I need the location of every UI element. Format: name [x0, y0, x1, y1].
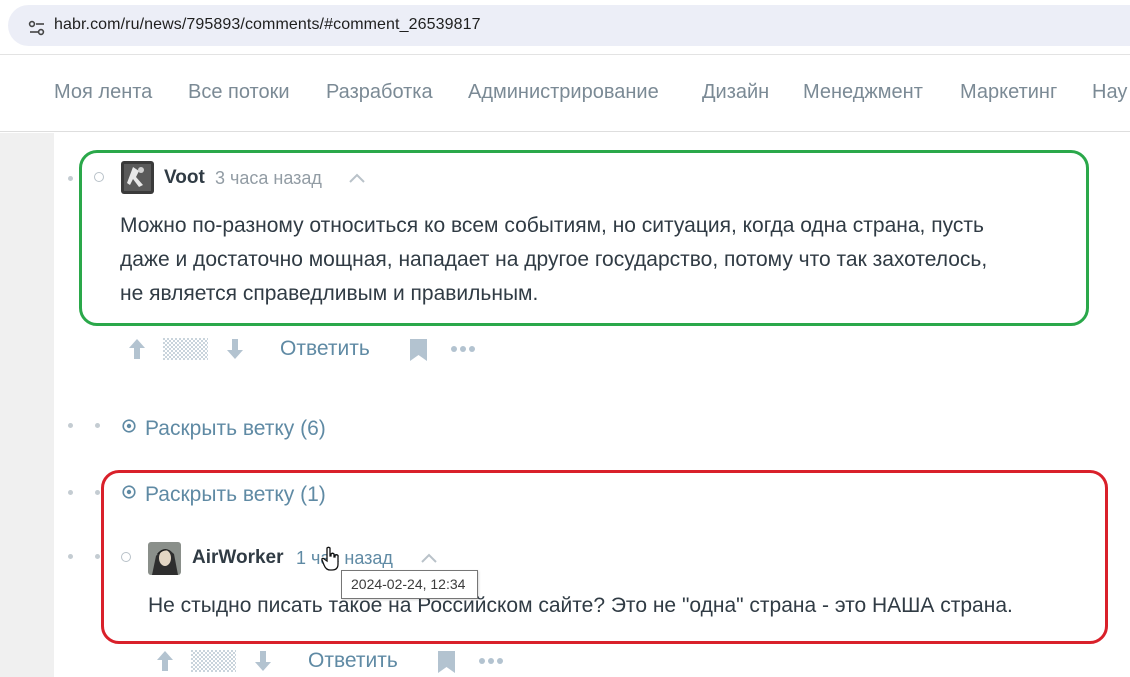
- nav-science[interactable]: Нау: [1092, 81, 1127, 104]
- expand-thread-button[interactable]: Раскрыть ветку (6): [145, 417, 326, 441]
- bookmark-icon[interactable]: [437, 650, 456, 674]
- address-bar[interactable]: habr.com/ru/news/795893/comments/#commen…: [8, 5, 1130, 46]
- browser-toolbar: habr.com/ru/news/795893/comments/#commen…: [0, 0, 1130, 54]
- thread-dot: [68, 423, 73, 428]
- thread-ring: [94, 172, 104, 182]
- nav-marketing[interactable]: Маркетинг: [960, 81, 1057, 104]
- nav-all-streams[interactable]: Все потоки: [188, 81, 290, 104]
- thread-dot: [68, 176, 73, 181]
- comment-time[interactable]: 1 час назад: [296, 548, 393, 569]
- chevron-up-icon[interactable]: [348, 172, 366, 184]
- more-icon[interactable]: [450, 345, 476, 353]
- expand-thread-button[interactable]: Раскрыть ветку (1): [145, 483, 326, 507]
- thread-ring: [121, 552, 131, 562]
- thread-dot: [95, 490, 100, 495]
- comment-body: Можно по-разному относиться ко всем собы…: [120, 209, 1080, 311]
- hub-navigation: Моя лента Все потоки Разработка Админист…: [0, 55, 1130, 132]
- avatar[interactable]: [148, 542, 181, 575]
- vote-down-icon[interactable]: [225, 337, 245, 361]
- comment-author[interactable]: Voot: [164, 167, 205, 189]
- page-gutter: [0, 133, 54, 677]
- expand-thread-icon: [122, 419, 136, 433]
- comment-line: Можно по-разному относиться ко всем собы…: [120, 214, 984, 237]
- thread-dot: [95, 554, 100, 559]
- avatar[interactable]: [121, 161, 154, 194]
- thread-dot: [68, 490, 73, 495]
- expand-thread-icon: [122, 485, 136, 499]
- comment-line: не является справедливым и правильным.: [120, 282, 539, 305]
- nav-development[interactable]: Разработка: [326, 81, 433, 104]
- vote-up-icon[interactable]: [155, 649, 175, 673]
- vote-up-icon[interactable]: [127, 337, 147, 361]
- thread-dot: [95, 423, 100, 428]
- rating-placeholder-icon: [191, 650, 236, 672]
- reply-button[interactable]: Ответить: [280, 337, 370, 361]
- nav-management[interactable]: Менеджмент: [803, 81, 923, 104]
- timestamp-tooltip: 2024-02-24, 12:34: [341, 570, 478, 599]
- nav-administration[interactable]: Администрирование: [468, 81, 659, 104]
- comment-time[interactable]: 3 часа назад: [215, 168, 322, 189]
- bookmark-icon[interactable]: [409, 338, 428, 362]
- hand-cursor-icon: [321, 546, 339, 571]
- comment-body: Не стыдно писать такое на Российском сай…: [148, 589, 1108, 623]
- comment-author[interactable]: AirWorker: [192, 547, 284, 569]
- reply-button[interactable]: Ответить: [308, 649, 398, 673]
- rating-placeholder-icon: [163, 338, 208, 360]
- more-icon[interactable]: [478, 657, 504, 665]
- url-text[interactable]: habr.com/ru/news/795893/comments/#commen…: [54, 16, 481, 34]
- vote-down-icon[interactable]: [253, 649, 273, 673]
- chevron-up-icon[interactable]: [420, 552, 438, 564]
- nav-my-feed[interactable]: Моя лента: [54, 81, 152, 104]
- nav-design[interactable]: Дизайн: [702, 81, 769, 104]
- comment-line: Не стыдно писать такое на Российском сай…: [148, 594, 1013, 617]
- site-settings-icon[interactable]: [28, 19, 46, 37]
- thread-dot: [68, 554, 73, 559]
- comment-line: даже и достаточно мощная, нападает на др…: [120, 248, 988, 271]
